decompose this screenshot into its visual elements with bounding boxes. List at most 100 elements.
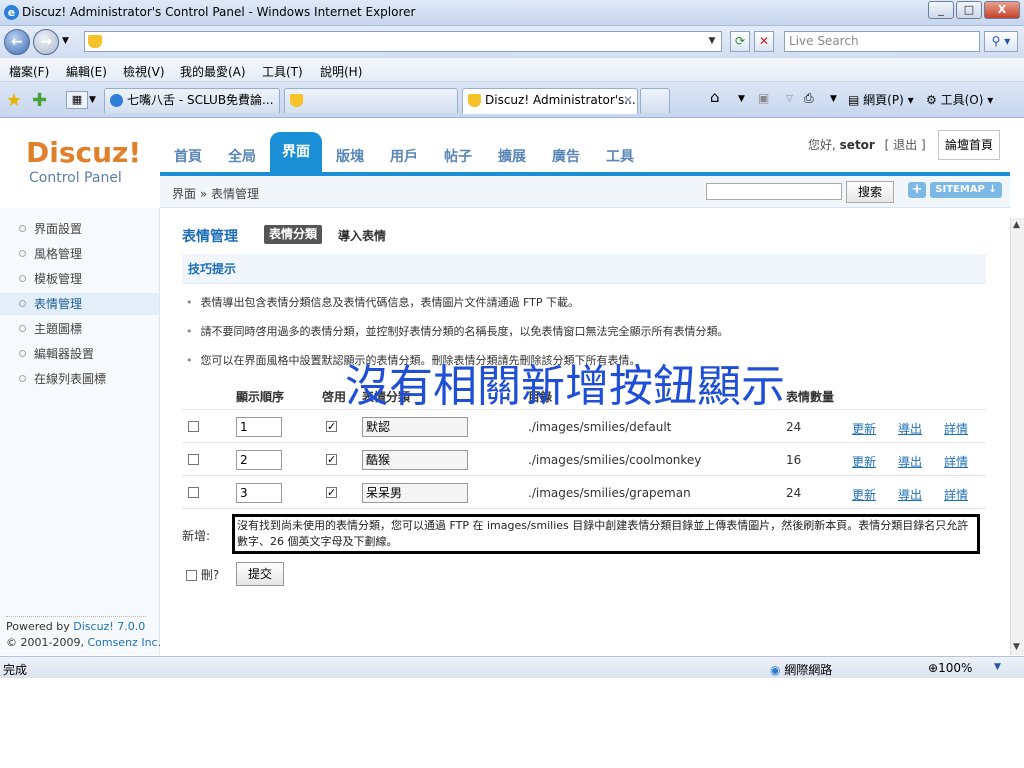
page-menu-button[interactable]: ▤ 網頁(P) ▾ <box>848 91 914 108</box>
bullet-icon <box>19 250 26 257</box>
nav-tools[interactable]: 工具 <box>606 146 634 166</box>
sidebar-item-styles[interactable]: 風格管理 <box>0 243 159 265</box>
discuz-logo[interactable]: Discuz! <box>26 136 141 169</box>
category-name-input[interactable]: 酷猴 <box>362 450 468 470</box>
print-dropdown-icon[interactable]: ▼ <box>830 94 837 104</box>
tip-item: • 請不要同時啓用過多的表情分類，並控制好表情分類的名稱長度，以免表情窗口無法完全… <box>186 323 729 339</box>
tab-list-dropdown-icon[interactable]: ▼ <box>89 95 96 105</box>
feeds-icon[interactable]: ▣ <box>758 91 769 105</box>
menu-file[interactable]: 檔案(F) <box>9 63 49 80</box>
page-scrollbar[interactable]: ▲ ▼ <box>1010 218 1024 655</box>
add-shortcut-button[interactable]: + <box>908 182 926 198</box>
details-link[interactable]: 詳情 <box>944 420 968 437</box>
url-dropdown-icon[interactable]: ▼ <box>705 34 719 49</box>
zoom-dropdown-icon[interactable]: ▼ <box>994 662 1001 672</box>
nav-users[interactable]: 用戶 <box>390 146 418 166</box>
live-search-input[interactable]: Live Search <box>784 31 980 52</box>
tab-sclub[interactable]: 七嘴八舌 - SCLUB免費論... <box>104 88 280 113</box>
back-button[interactable]: ← <box>4 29 30 55</box>
forward-button[interactable]: → <box>33 29 59 55</box>
discuz-link[interactable]: Discuz! 7.0.0 <box>73 620 145 633</box>
category-name-input[interactable]: 呆呆男 <box>362 483 468 503</box>
sidebar-item-editor-settings[interactable]: 編輯器設置 <box>0 343 159 365</box>
forum-home-button[interactable]: 論壇首頁 <box>938 130 1000 160</box>
sitemap-button[interactable]: SITEMAP ↓ <box>930 182 1002 198</box>
menu-view[interactable]: 檢視(V) <box>123 63 165 80</box>
menu-help[interactable]: 說明(H) <box>320 63 362 80</box>
menu-tools[interactable]: 工具(T) <box>262 63 303 80</box>
delete-checkbox[interactable] <box>188 421 199 432</box>
history-dropdown-icon[interactable]: ▼ <box>62 36 69 46</box>
order-input[interactable]: 3 <box>236 483 282 503</box>
add-favorite-icon[interactable]: ✚ <box>32 90 47 111</box>
col-order: 顯示順序 <box>236 390 285 404</box>
enabled-checkbox[interactable]: ✓ <box>326 487 337 498</box>
url-input[interactable]: ▼ <box>84 31 722 52</box>
nav-home[interactable]: 首頁 <box>174 146 202 166</box>
new-tab-button[interactable] <box>640 88 670 113</box>
nav-ads[interactable]: 廣告 <box>552 146 580 166</box>
menu-favorites[interactable]: 我的最愛(A) <box>180 63 246 80</box>
print-icon[interactable]: ⎙ <box>804 91 814 106</box>
home-icon[interactable]: ⌂ <box>710 88 720 106</box>
favorites-star-icon[interactable]: ★ <box>6 90 22 111</box>
cp-search-button[interactable]: 搜索 <box>846 181 894 203</box>
enabled-checkbox[interactable]: ✓ <box>326 454 337 465</box>
delete-all-checkbox[interactable] <box>186 570 197 581</box>
delete-all-label: 刪? <box>200 568 220 582</box>
tab-blank[interactable] <box>284 88 458 113</box>
nav-posts[interactable]: 帖子 <box>444 146 472 166</box>
directory-path: ./images/smilies/default <box>528 420 672 434</box>
tab-discuz[interactable]: Discuz! Administrator's... ✕ <box>462 88 638 114</box>
export-link[interactable]: 導出 <box>898 453 922 470</box>
refresh-button[interactable]: ⟳ <box>730 31 750 52</box>
category-name-input[interactable]: 默認 <box>362 417 468 437</box>
ie-page-icon <box>110 94 123 107</box>
update-link[interactable]: 更新 <box>852 486 876 503</box>
sidebar-item-smilies[interactable]: 表情管理 <box>0 293 159 315</box>
logout-link[interactable]: [ 退出 ] <box>885 138 926 152</box>
nav-interface[interactable]: 界面 <box>270 132 322 172</box>
maximize-button[interactable]: □ <box>956 1 982 19</box>
delete-checkbox[interactable] <box>188 487 199 498</box>
export-link[interactable]: 導出 <box>898 486 922 503</box>
nav-forums[interactable]: 版塊 <box>336 146 364 166</box>
home-dropdown-icon[interactable]: ▼ <box>738 94 745 104</box>
search-button[interactable]: ⚲ ▾ <box>984 31 1018 52</box>
ie-logo-icon: e <box>4 5 19 20</box>
blank-area <box>0 678 1024 768</box>
scroll-up-icon[interactable]: ▲ <box>1013 220 1020 230</box>
tools-menu-button[interactable]: ⚙ 工具(O) ▾ <box>926 91 993 108</box>
submit-button[interactable]: 提交 <box>236 562 284 586</box>
tab-close-icon[interactable]: ✕ <box>623 89 633 112</box>
delete-checkbox[interactable] <box>188 454 199 465</box>
menu-edit[interactable]: 編輯(E) <box>66 63 107 80</box>
nav-extensions[interactable]: 擴展 <box>498 146 526 166</box>
tab-label: 七嘴八舌 - SCLUB免費論... <box>127 93 274 107</box>
order-input[interactable]: 1 <box>236 417 282 437</box>
update-link[interactable]: 更新 <box>852 453 876 470</box>
details-link[interactable]: 詳情 <box>944 486 968 503</box>
stop-button[interactable]: ✕ <box>754 31 774 52</box>
cp-search-input[interactable] <box>706 183 842 200</box>
minimize-button[interactable]: _ <box>928 1 954 19</box>
quick-tabs-icon[interactable]: ▦ <box>66 91 88 109</box>
details-link[interactable]: 詳情 <box>944 453 968 470</box>
feeds-dropdown-icon[interactable]: ▽ <box>786 94 793 104</box>
sidebar-item-interface-settings[interactable]: 界面設置 <box>0 218 159 240</box>
sidebar-item-templates[interactable]: 模板管理 <box>0 268 159 290</box>
export-link[interactable]: 導出 <box>898 420 922 437</box>
sidebar-item-online-icons[interactable]: 在線列表圖標 <box>0 368 159 390</box>
zoom-control[interactable]: ⊕100% <box>928 661 972 675</box>
order-input[interactable]: 2 <box>236 450 282 470</box>
nav-global[interactable]: 全局 <box>228 146 256 166</box>
close-button[interactable]: X <box>984 1 1020 19</box>
scroll-down-icon[interactable]: ▼ <box>1013 642 1020 652</box>
update-link[interactable]: 更新 <box>852 420 876 437</box>
sidebar-item-thread-icons[interactable]: 主題圖標 <box>0 318 159 340</box>
bullet-icon <box>19 350 26 357</box>
tab-import-smilies[interactable]: 導入表情 <box>338 227 386 244</box>
enabled-checkbox[interactable]: ✓ <box>326 421 337 432</box>
tab-smiley-categories[interactable]: 表情分類 <box>264 225 323 244</box>
comsenz-link[interactable]: Comsenz Inc. <box>87 636 161 649</box>
